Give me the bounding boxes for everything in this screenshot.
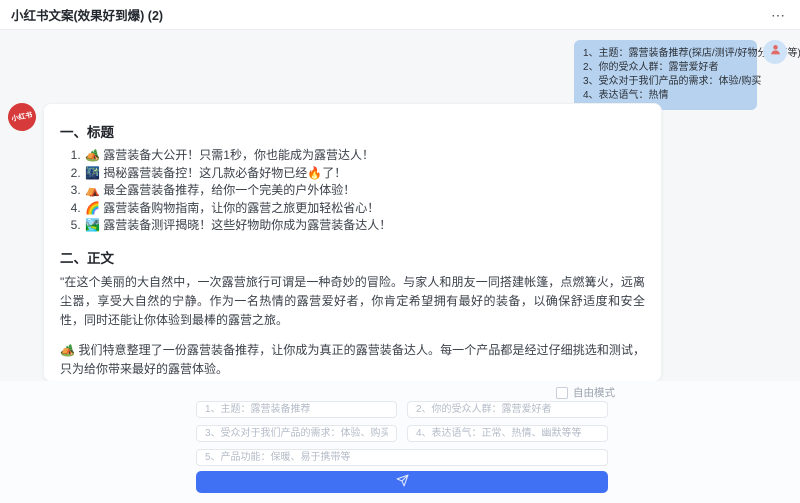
more-menu-icon[interactable]: ⋯ [771,10,786,20]
user-avatar [763,40,787,64]
page-title: 小红书文案(效果好到爆) (2) [11,5,163,24]
free-mode-toggle[interactable]: 自由模式 [556,385,615,400]
title-item: 🏕️ 露营装备大公开！只需1秒，你也能成为露营达人！ [84,147,645,165]
title-item: ⛺ 最全露营装备推荐，给你一个完美的户外体验！ [84,182,645,200]
send-button[interactable] [196,471,608,493]
body-paragraph: "在这个美丽的大自然中，一次露营旅行可谓是一种奇妙的冒险。与家人和朋友一同搭建帐… [60,273,645,330]
product-feature-input[interactable] [196,449,608,466]
user-message-line: 3、受众对于我们产品的需求：体验/购买 [583,75,748,89]
xiaohongshu-logo: 小红书 [5,100,38,133]
user-message-line: 4、表达语气：热情 [583,89,748,103]
assistant-message-row: 小红书 一、标题 🏕️ 露营装备大公开！只需1秒，你也能成为露营达人！ 🌃 揭秘… [8,103,662,382]
user-message-bubble: 1、主题：露营装备推荐(探店/测评/好物分享等等) 2、你的受众人群：露营爱好者… [574,40,757,110]
prompt-form [196,401,608,466]
generated-copy-card: 一、标题 🏕️ 露营装备大公开！只需1秒，你也能成为露营达人！ 🌃 揭秘露营装备… [43,103,662,382]
header-bar: 小红书文案(效果好到爆) (2) ⋯ [0,0,800,30]
free-mode-checkbox[interactable] [556,387,568,399]
title-item: 🌈 露营装备购物指南，让你的露营之旅更加轻松省心！ [84,200,645,218]
audience-input[interactable] [407,401,608,418]
person-icon [769,43,782,61]
user-message-line: 2、你的受众人群：露营爱好者 [583,61,748,75]
topic-input[interactable] [196,401,397,418]
body-section-heading: 二、正文 [60,247,645,267]
titles-section-heading: 一、标题 [60,121,645,141]
user-message-line: 1、主题：露营装备推荐(探店/测评/好物分享等等) [583,47,748,61]
audience-need-input[interactable] [196,425,397,442]
body-paragraph: 🏕️ 我们特意整理了一份露营装备推荐，让你成为真正的露营装备达人。每一个产品都是… [60,341,645,379]
tone-input[interactable] [407,425,608,442]
paper-plane-icon [396,474,409,490]
free-mode-label: 自由模式 [573,385,615,400]
title-item: 🌃 揭秘露营装备控！这几款必备好物已经🔥了！ [84,165,645,183]
title-item: 🏞️ 露营装备测评揭晓！这些好物助你成为露营装备达人！ [84,217,645,235]
title-suggestion-list: 🏕️ 露营装备大公开！只需1秒，你也能成为露营达人！ 🌃 揭秘露营装备控！这几款… [60,147,645,235]
user-message-row: 1、主题：露营装备推荐(探店/测评/好物分享等等) 2、你的受众人群：露营爱好者… [574,40,787,110]
